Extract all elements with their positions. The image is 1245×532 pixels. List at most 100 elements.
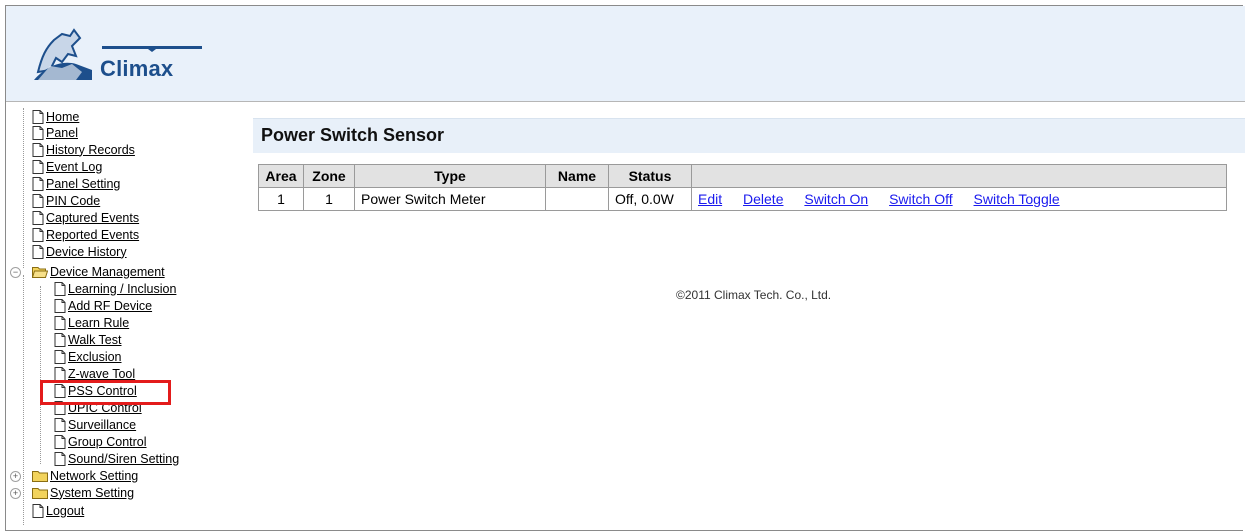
page-icon — [32, 142, 44, 157]
sidebar-link-surveillance[interactable]: Surveillance — [68, 418, 136, 432]
column-header-area: Area — [258, 164, 304, 188]
cell-area: 1 — [258, 187, 304, 211]
page-icon — [54, 417, 66, 432]
page-title: Power Switch Sensor — [261, 125, 445, 145]
collapse-toggle-icon[interactable]: − — [10, 267, 21, 278]
sidebar-link-panel-setting[interactable]: Panel Setting — [46, 177, 120, 191]
sidebar-link-z-wave-tool[interactable]: Z-wave Tool — [68, 367, 135, 381]
page-icon — [32, 227, 44, 242]
switch-off-link[interactable]: Switch Off — [889, 191, 953, 207]
tree-line — [23, 275, 24, 525]
sidebar-tree: Home Panel History Records Event Log Pan… — [10, 108, 240, 528]
sidebar-link-network-setting[interactable]: Network Setting — [50, 469, 138, 483]
climax-logo-icon — [34, 28, 92, 80]
cell-zone: 1 — [303, 187, 355, 211]
sidebar-link-learning-inclusion[interactable]: Learning / Inclusion — [68, 282, 176, 296]
sidebar-item-system-setting[interactable]: System Setting — [32, 484, 134, 501]
sidebar-link-add-rf-device[interactable]: Add RF Device — [68, 299, 152, 313]
sidebar-link-sound-siren-setting[interactable]: Sound/Siren Setting — [68, 452, 179, 466]
sidebar-link-event-log[interactable]: Event Log — [46, 160, 102, 174]
sidebar-item-surveillance[interactable]: Surveillance — [54, 416, 136, 433]
header-banner: Climax — [6, 6, 1245, 102]
sidebar-link-system-setting[interactable]: System Setting — [50, 486, 134, 500]
page-icon — [54, 366, 66, 381]
page-icon — [32, 159, 44, 174]
cell-name — [545, 187, 609, 211]
column-header-name: Name — [545, 164, 609, 188]
switch-toggle-link[interactable]: Switch Toggle — [974, 191, 1060, 207]
tree-line — [40, 286, 41, 464]
sidebar-link-captured-events[interactable]: Captured Events — [46, 211, 139, 225]
column-header-type: Type — [354, 164, 546, 188]
table-row: 1 1 Power Switch Meter Off, 0.0W Edit De… — [258, 187, 1227, 211]
sidebar-item-reported-events[interactable]: Reported Events — [32, 226, 139, 243]
page-title-bar: Power Switch Sensor — [253, 118, 1245, 153]
sidebar-link-reported-events[interactable]: Reported Events — [46, 228, 139, 242]
page-icon — [32, 503, 44, 518]
sidebar-link-pin-code[interactable]: PIN Code — [46, 194, 100, 208]
page-icon — [54, 451, 66, 466]
expand-toggle-icon[interactable]: + — [10, 471, 21, 482]
logo-text: Climax — [100, 56, 174, 81]
sidebar-link-learn-rule[interactable]: Learn Rule — [68, 316, 129, 330]
page-icon — [32, 193, 44, 208]
open-folder-icon — [31, 266, 49, 278]
page-icon — [54, 349, 66, 364]
delete-link[interactable]: Delete — [743, 191, 783, 207]
highlight-box — [40, 380, 171, 405]
page-icon — [54, 332, 66, 347]
column-header-actions — [691, 164, 1227, 188]
sidebar-item-walk-test[interactable]: Walk Test — [54, 331, 122, 348]
expand-toggle-icon[interactable]: + — [10, 488, 21, 499]
cell-type: Power Switch Meter — [354, 187, 546, 211]
device-table: Area Zone Type Name Status 1 1 Power Swi… — [258, 164, 1227, 211]
tree-line — [23, 108, 24, 268]
climax-logo: Climax — [32, 26, 202, 88]
sidebar-item-home[interactable]: Home — [32, 108, 79, 125]
sidebar-link-logout[interactable]: Logout — [46, 504, 84, 518]
sidebar-item-panel-setting[interactable]: Panel Setting — [32, 175, 120, 192]
page-icon — [54, 315, 66, 330]
column-header-status: Status — [608, 164, 692, 188]
sidebar-link-home[interactable]: Home — [46, 110, 79, 124]
page-icon — [32, 176, 44, 191]
page-icon — [54, 281, 66, 296]
sidebar-link-device-management[interactable]: Device Management — [50, 265, 165, 279]
column-header-zone: Zone — [303, 164, 355, 188]
sidebar-item-panel[interactable]: Panel — [32, 124, 78, 141]
sidebar-item-network-setting[interactable]: Network Setting — [32, 467, 138, 484]
switch-on-link[interactable]: Switch On — [804, 191, 868, 207]
edit-link[interactable]: Edit — [698, 191, 722, 207]
sidebar-link-exclusion[interactable]: Exclusion — [68, 350, 122, 364]
sidebar-item-event-log[interactable]: Event Log — [32, 158, 102, 175]
page-icon — [32, 210, 44, 225]
sidebar-item-device-management[interactable]: Device Management — [31, 263, 165, 280]
folder-icon — [32, 487, 48, 499]
sidebar-item-history-records[interactable]: History Records — [32, 141, 135, 158]
sidebar-item-add-rf-device[interactable]: Add RF Device — [54, 297, 152, 314]
sidebar-item-captured-events[interactable]: Captured Events — [32, 209, 139, 226]
logo-bar-icon — [102, 46, 202, 52]
table-header-row: Area Zone Type Name Status — [258, 164, 1227, 188]
sidebar-link-device-history[interactable]: Device History — [46, 245, 127, 259]
page-icon — [32, 244, 44, 259]
sidebar-item-logout[interactable]: Logout — [32, 502, 84, 519]
sidebar-link-group-control[interactable]: Group Control — [68, 435, 147, 449]
page-icon — [32, 109, 44, 124]
sidebar-link-walk-test[interactable]: Walk Test — [68, 333, 122, 347]
cell-actions: Edit Delete Switch On Switch Off Switch … — [691, 187, 1227, 211]
sidebar-item-pin-code[interactable]: PIN Code — [32, 192, 100, 209]
sidebar-item-exclusion[interactable]: Exclusion — [54, 348, 122, 365]
page-icon — [54, 298, 66, 313]
sidebar-item-group-control[interactable]: Group Control — [54, 433, 147, 450]
folder-icon — [32, 470, 48, 482]
sidebar-item-device-history[interactable]: Device History — [32, 243, 127, 260]
sidebar-item-learning-inclusion[interactable]: Learning / Inclusion — [54, 280, 176, 297]
page-icon — [54, 434, 66, 449]
page-icon — [32, 125, 44, 140]
sidebar-link-history-records[interactable]: History Records — [46, 143, 135, 157]
copyright-footer: ©2011 Climax Tech. Co., Ltd. — [676, 288, 832, 302]
sidebar-link-panel[interactable]: Panel — [46, 126, 78, 140]
sidebar-item-learn-rule[interactable]: Learn Rule — [54, 314, 129, 331]
sidebar-item-sound-siren-setting[interactable]: Sound/Siren Setting — [54, 450, 179, 467]
